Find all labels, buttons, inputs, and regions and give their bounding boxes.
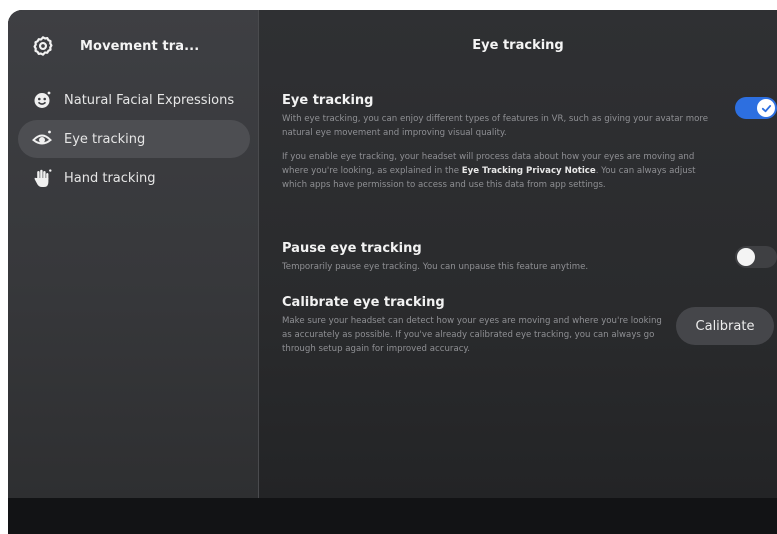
- sidebar-header: Movement tra...: [32, 34, 199, 58]
- toggle-knob: [757, 99, 775, 117]
- eye-tracking-title: Eye tracking: [282, 93, 374, 108]
- sidebar: Movement tra... Natural Facial Expressio…: [8, 10, 258, 498]
- bottom-bar: [8, 498, 777, 534]
- eye-tracking-privacy-text: If you enable eye tracking, your headset…: [282, 150, 722, 192]
- face-icon: [32, 90, 52, 110]
- sidebar-item-label: Natural Facial Expressions: [64, 92, 235, 108]
- pause-eye-tracking-toggle[interactable]: [735, 246, 777, 268]
- sidebar-item-label: Eye tracking: [64, 131, 146, 147]
- settings-window: Movement tra... Natural Facial Expressio…: [8, 10, 777, 534]
- sidebar-item-eye-tracking[interactable]: Eye tracking: [18, 120, 250, 158]
- page-title: Eye tracking: [472, 38, 564, 53]
- privacy-notice-link[interactable]: Eye Tracking Privacy Notice: [462, 166, 596, 176]
- sidebar-item-hand-tracking[interactable]: Hand tracking: [18, 159, 250, 197]
- eye-icon: [32, 129, 52, 149]
- gear-icon[interactable]: [32, 35, 54, 57]
- eye-tracking-section: Eye tracking With eye tracking, you can …: [282, 92, 722, 192]
- pause-eye-tracking-section: Pause eye tracking Temporarily pause eye…: [282, 240, 722, 274]
- sidebar-title: Movement tra...: [80, 38, 200, 54]
- calibrate-eye-tracking-section: Calibrate eye tracking Make sure your he…: [282, 294, 662, 356]
- main-panel: Eye tracking Eye tracking With eye track…: [259, 10, 777, 498]
- calibrate-eye-tracking-title: Calibrate eye tracking: [282, 295, 445, 310]
- calibrate-button[interactable]: Calibrate: [676, 307, 774, 345]
- hand-icon: [32, 168, 52, 188]
- eye-tracking-toggle[interactable]: [735, 97, 777, 119]
- toggle-knob: [737, 248, 755, 266]
- eye-tracking-description: With eye tracking, you can enjoy differe…: [282, 114, 708, 138]
- pause-eye-tracking-description: Temporarily pause eye tracking. You can …: [282, 262, 589, 272]
- check-icon: [761, 104, 771, 112]
- pause-eye-tracking-title: Pause eye tracking: [282, 241, 422, 256]
- sidebar-item-label: Hand tracking: [64, 170, 156, 186]
- calibrate-eye-tracking-description: Make sure your headset can detect how yo…: [282, 316, 662, 354]
- sidebar-item-natural-facial-expressions[interactable]: Natural Facial Expressions: [18, 81, 250, 119]
